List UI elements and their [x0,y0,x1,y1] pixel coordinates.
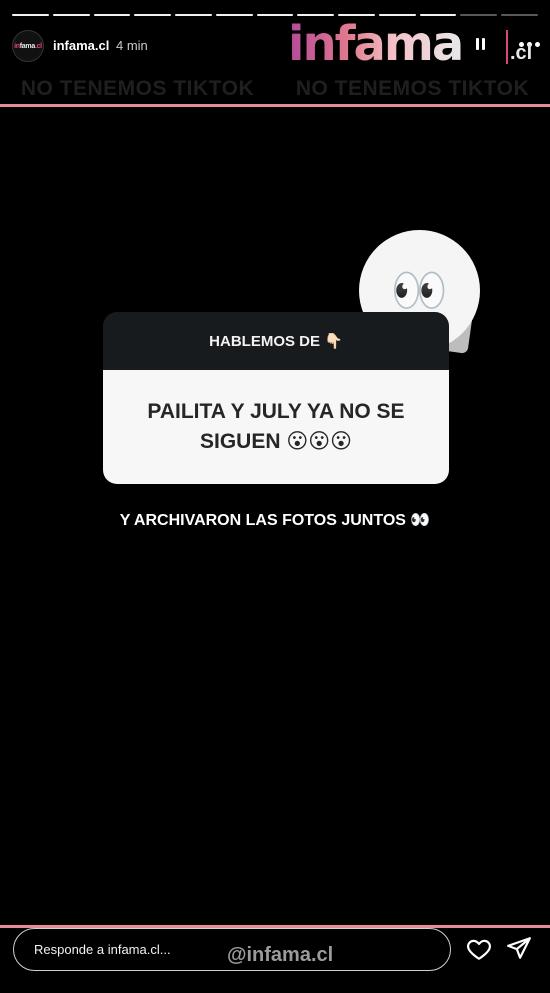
progress-segment [134,14,172,16]
logo-wordmark: infama [288,16,464,72]
heart-icon[interactable] [466,936,492,962]
reply-placeholder: Responde a infama.cl... [34,942,171,957]
progress-segment [215,14,253,16]
progress-segment [12,14,49,16]
progress-segment [93,14,131,16]
banner: NO TENEMOS TIKTOK NO TENEMOS TIKTOK [0,74,550,104]
banner-text: NO TENEMOS TIKTOK [295,77,530,100]
story-caption: Y ARCHIVARON LAS FOTOS JUNTOS 👀 [119,512,431,529]
progress-segment [175,14,212,16]
question-sticker[interactable]: HABLEMOS DE 👇🏻 PAILITA Y JULY YA NO SE S… [103,312,449,484]
send-icon[interactable] [506,935,532,961]
logo-tld: .cl [510,42,533,64]
avatar[interactable]: in fama .cl [12,30,44,62]
question-body: PAILITA Y JULY YA NO SE SIGUEN 😮😮😮 [103,370,449,484]
username[interactable]: infama.cl [53,38,109,53]
progress-segment [501,14,538,16]
logo-divider [506,30,508,64]
watermark: @infama.cl [227,944,334,966]
pause-icon[interactable] [476,38,488,52]
brand-logo: infama .cl [288,16,532,72]
time-ago: 4 min [116,38,148,53]
question-header: HABLEMOS DE 👇🏻 [103,312,449,370]
banner-text: NO TENEMOS TIKTOK [20,77,255,100]
progress-segment [52,14,90,16]
eyes-emoji: 👀 [390,264,449,316]
divider-top [0,104,550,107]
progress-segment [460,14,498,16]
